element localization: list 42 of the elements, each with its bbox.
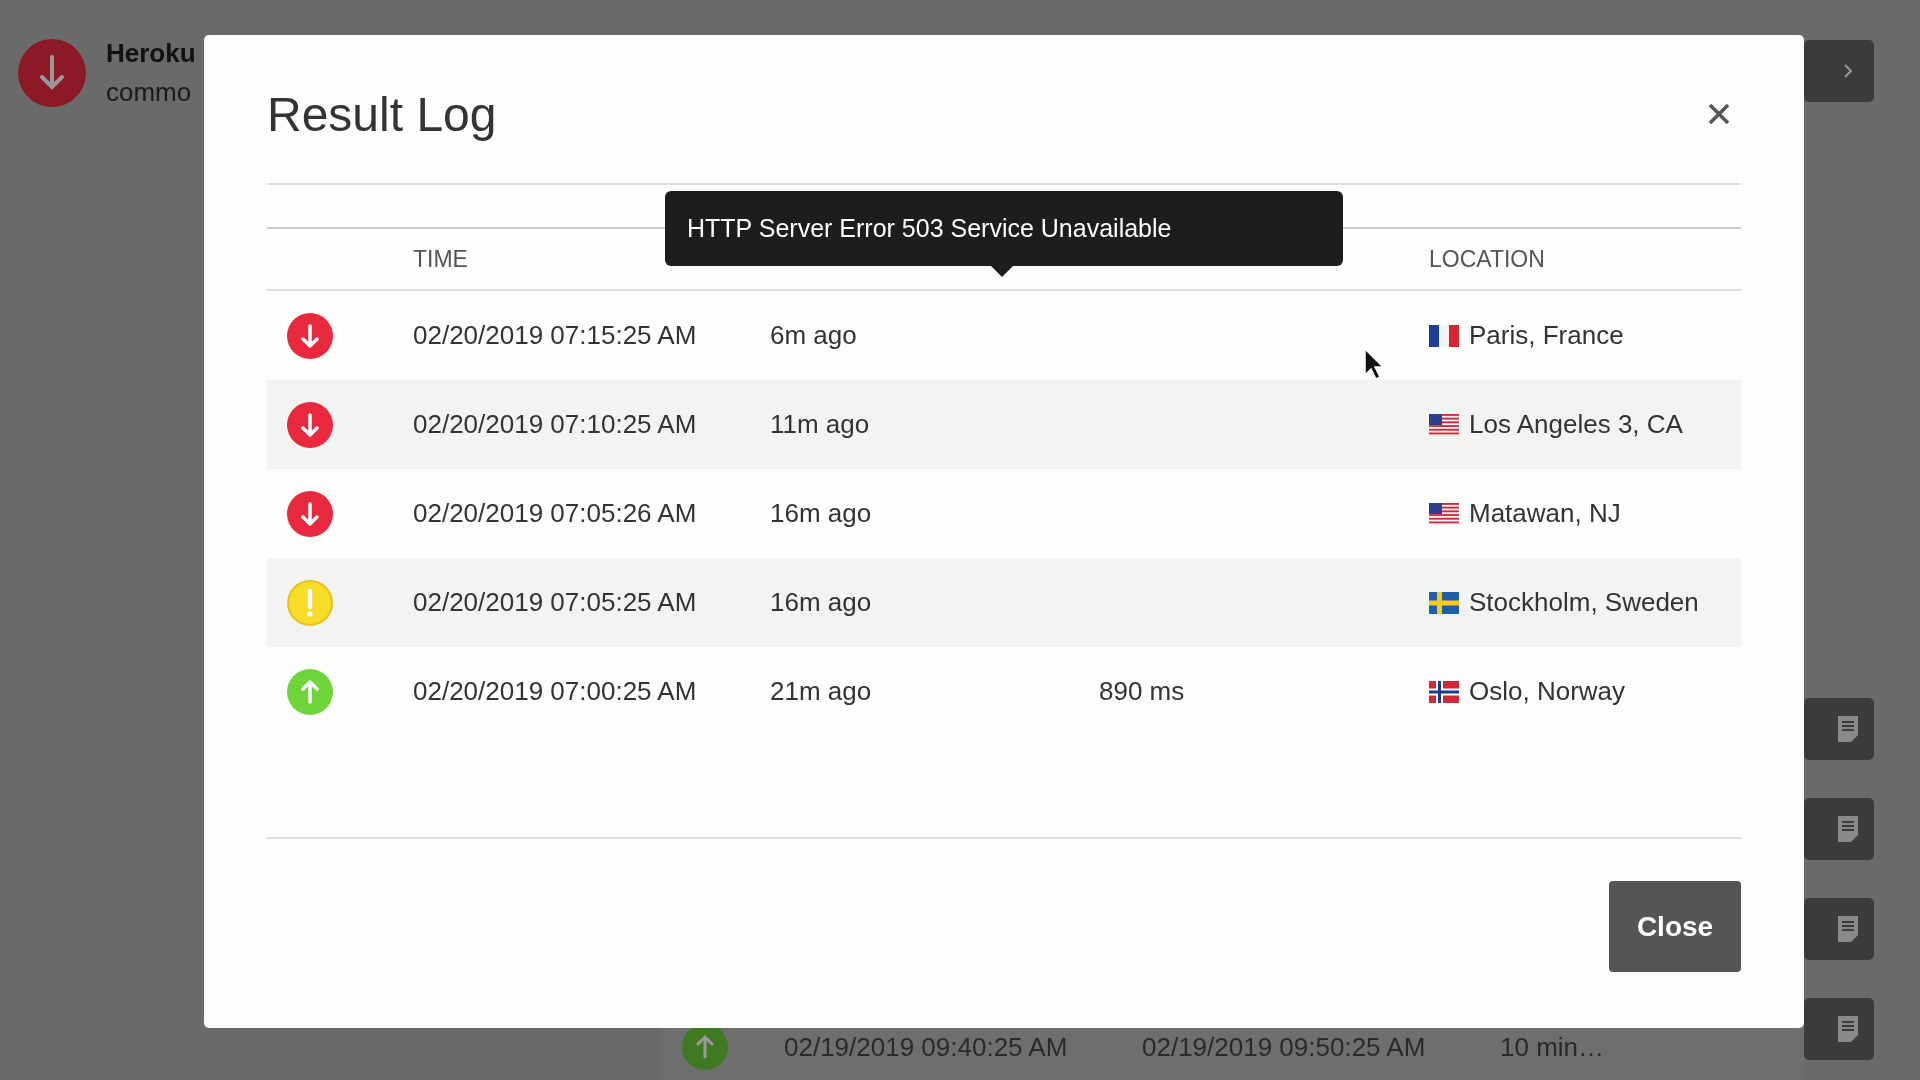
notes-button[interactable] xyxy=(1804,898,1874,960)
time-cell-text: 02/20/2019 07:05:26 AM xyxy=(413,498,698,529)
flag-icon xyxy=(1429,413,1459,436)
notes-button[interactable] xyxy=(1804,998,1874,1060)
document-icon xyxy=(1837,815,1859,843)
column-header: TIME xyxy=(413,245,469,273)
document-icon xyxy=(1837,915,1859,943)
age-cell-text: 6m ago xyxy=(770,320,858,351)
location-cell: Stockholm, Sweden xyxy=(1469,587,1699,618)
notes-button[interactable] xyxy=(1804,798,1874,860)
location-cell: Oslo, Norway xyxy=(1469,676,1626,707)
document-icon xyxy=(1837,715,1859,743)
response-time-cell: 890 ms xyxy=(1099,676,1185,706)
warning-icon xyxy=(287,579,333,626)
notes-button[interactable] xyxy=(1804,698,1874,760)
chevron-icon xyxy=(1843,63,1853,79)
time-cell-text: 02/20/2019 07:15:25 AM xyxy=(413,320,698,351)
flag-icon xyxy=(1429,502,1459,525)
flag-icon xyxy=(1429,324,1459,347)
time-cell-text: 02/20/2019 07:10:25 AM xyxy=(413,409,698,440)
close-button[interactable]: Close xyxy=(1609,881,1741,972)
table-cell-text: 02/19/2019 09:50:25 AM xyxy=(1142,1031,1427,1063)
monitor-name: Heroku xyxy=(106,38,196,69)
tooltip: HTTP Server Error 503 Service Unavailable xyxy=(665,191,1343,266)
age-cell-text: 16m ago xyxy=(770,498,873,529)
age-cell-text: 11m ago xyxy=(770,409,871,440)
location-cell: Matawan, NJ xyxy=(1469,498,1621,529)
tooltip-arrow xyxy=(991,266,1013,277)
document-icon xyxy=(1837,1015,1859,1043)
location-cell: Paris, France xyxy=(1469,320,1624,351)
flag-icon xyxy=(1429,591,1459,614)
age-cell-text: 16m ago xyxy=(770,587,873,618)
time-cell-text: 02/20/2019 07:00:25 AM xyxy=(413,676,698,707)
table-cell: 10 min… xyxy=(1500,1031,1605,1063)
location-cell: Los Angeles 3, CA xyxy=(1469,409,1683,440)
column-header: LOCATION xyxy=(1429,245,1545,273)
time-cell-text: 02/20/2019 07:05:25 AM xyxy=(413,587,698,618)
flag-icon xyxy=(1429,680,1459,703)
age-cell-text: 21m ago xyxy=(770,676,873,707)
dialog-title: Result Log xyxy=(267,86,497,142)
table-cell-text: 02/19/2019 09:40:25 AM xyxy=(784,1031,1069,1063)
monitor-subtitle: commo xyxy=(106,77,193,108)
